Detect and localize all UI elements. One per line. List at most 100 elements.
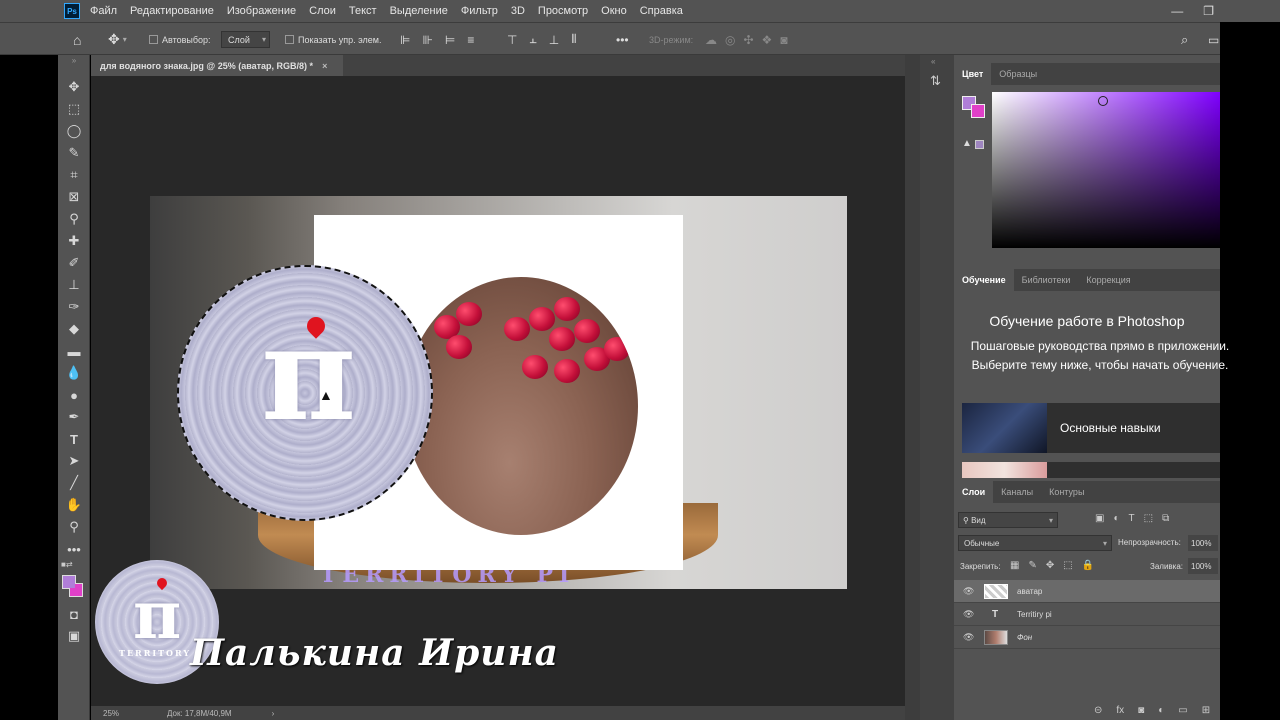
fill-input[interactable]: 100% <box>1188 558 1218 574</box>
blur-tool-icon[interactable]: 💧 <box>64 364 84 382</box>
menu-view[interactable]: Просмотр <box>538 5 588 17</box>
tab-libraries[interactable]: Библиотеки <box>1014 269 1079 291</box>
restore-button[interactable]: ❐ <box>1203 4 1214 18</box>
color-bg-swatch[interactable] <box>971 104 985 118</box>
tab-layers[interactable]: Слои <box>954 481 994 503</box>
tab-learn[interactable]: Обучение <box>954 269 1014 291</box>
menu-select[interactable]: Выделение <box>390 5 448 17</box>
search-icon[interactable]: ⌕ <box>1181 23 1188 56</box>
menu-help[interactable]: Справка <box>640 5 683 17</box>
layer-filter-dropdown[interactable]: ⚲ Вид ▾ <box>958 512 1058 528</box>
layer-row[interactable]: 👁 аватар <box>954 580 1220 603</box>
menu-layers[interactable]: Слои <box>309 5 336 17</box>
opacity-input[interactable]: 100% <box>1188 535 1218 551</box>
lock-image-icon[interactable]: ✎ <box>1028 560 1036 571</box>
healing-brush-icon[interactable]: ✚ <box>64 232 84 250</box>
learn-card-basics[interactable]: Основные навыки <box>962 403 1220 453</box>
visibility-eye-icon[interactable]: 👁 <box>963 632 974 643</box>
gradient-tool-icon[interactable]: ▬ <box>64 342 84 360</box>
menu-filter[interactable]: Фильтр <box>461 5 498 17</box>
menu-3d[interactable]: 3D <box>511 5 525 17</box>
pen-tool-icon[interactable]: ✒ <box>64 408 84 426</box>
doc-size[interactable]: Док: 17,8M/40,9M <box>167 709 232 718</box>
lasso-tool-icon[interactable]: ◯ <box>64 122 84 140</box>
tab-channels[interactable]: Каналы <box>993 481 1041 503</box>
3d-slide-icon[interactable]: ❖ <box>762 33 773 47</box>
brush-tool-icon[interactable]: ✐ <box>64 254 84 272</box>
tab-paths[interactable]: Контуры <box>1041 481 1092 503</box>
crop-tool-icon[interactable]: ⌗ <box>64 166 84 184</box>
autoselect-dropdown[interactable]: Слой <box>221 31 270 48</box>
history-brush-icon[interactable]: ✑ <box>64 298 84 316</box>
home-icon[interactable]: ⌂ <box>73 23 81 56</box>
tab-swatches[interactable]: Образцы <box>991 63 1045 85</box>
dodge-tool-icon[interactable]: ● <box>64 386 84 404</box>
menu-file[interactable]: Файл <box>90 5 117 17</box>
zoom-tool-icon[interactable]: ⚲ <box>64 518 84 536</box>
lock-artboard-icon[interactable]: ⬚ <box>1063 560 1072 571</box>
quick-select-icon[interactable]: ✎ <box>64 144 84 162</box>
avatar-layer-selection[interactable]: π ▲ <box>177 265 433 521</box>
lock-transparent-icon[interactable]: ▦ <box>1010 560 1019 571</box>
3d-scale-icon[interactable]: ◙ <box>780 33 787 47</box>
visibility-eye-icon[interactable]: 👁 <box>963 609 974 620</box>
collapse-arrows-icon[interactable]: » <box>64 55 84 65</box>
distribute-icon[interactable]: ⦀ <box>571 32 576 47</box>
tab-adjustments[interactable]: Коррекция <box>1078 269 1138 291</box>
filter-shape-icon[interactable]: ⬚ <box>1144 513 1153 524</box>
filter-pixel-icon[interactable]: ▣ <box>1095 513 1104 524</box>
tab-color[interactable]: Цвет <box>954 63 992 85</box>
learn-card-second[interactable] <box>962 462 1220 478</box>
layer-row[interactable]: 👁 Фон <box>954 626 1220 649</box>
align-top-icon[interactable]: ⊤ <box>507 33 517 47</box>
lock-all-icon[interactable]: 🔒 <box>1082 560 1094 571</box>
3d-pan-icon[interactable]: ✣ <box>743 33 753 47</box>
screen-mode-icon[interactable]: ▣ <box>64 627 84 645</box>
quick-mask-icon[interactable]: ◘ <box>64 605 84 623</box>
eyedropper-icon[interactable]: ⚲ <box>64 210 84 228</box>
eraser-tool-icon[interactable]: ◆ <box>64 320 84 338</box>
gamut-swatch[interactable] <box>975 140 984 149</box>
menu-image[interactable]: Изображение <box>227 5 296 17</box>
3d-roll-icon[interactable]: ◎ <box>725 33 735 47</box>
color-picker-field[interactable] <box>992 92 1220 248</box>
menu-edit[interactable]: Редактирование <box>130 5 214 17</box>
align-center-icon[interactable]: ⊪ <box>422 33 432 47</box>
more-tools-icon[interactable]: ••• <box>64 540 84 558</box>
move-tool-icon[interactable]: ✥ <box>64 78 84 96</box>
hand-tool-icon[interactable]: ✋ <box>64 496 84 514</box>
document-tab[interactable]: для водяного знака.jpg @ 25% (аватар, RG… <box>91 55 343 76</box>
show-transform-checkbox[interactable] <box>285 35 294 44</box>
collapse-arrows-icon[interactable]: « <box>931 57 935 66</box>
zoom-level[interactable]: 25% <box>91 709 147 718</box>
align-middle-icon[interactable]: ⫠ <box>529 32 536 47</box>
color-picker-ring[interactable] <box>1098 96 1108 106</box>
stamp-tool-icon[interactable]: ⊥ <box>64 276 84 294</box>
menu-window[interactable]: Окно <box>601 5 627 17</box>
align-right-icon[interactable]: ⊨ <box>445 33 455 47</box>
type-tool-icon[interactable]: T <box>64 430 84 448</box>
align-bottom-icon[interactable]: ⊥ <box>549 33 559 47</box>
minimize-button[interactable]: — <box>1171 4 1183 18</box>
fx-icon[interactable]: fx <box>1116 705 1124 716</box>
new-layer-icon[interactable]: ⊞ <box>1202 705 1210 716</box>
new-group-icon[interactable]: ▭ <box>1178 705 1187 716</box>
filter-smart-icon[interactable]: ⧉ <box>1162 513 1169 524</box>
vertical-scrollbar[interactable] <box>905 55 920 720</box>
history-panel-icon[interactable]: ⇅ <box>930 73 941 89</box>
adjustment-layer-icon[interactable]: ◐ <box>1158 705 1164 716</box>
add-mask-icon[interactable]: ◙ <box>1138 705 1144 716</box>
close-tab-icon[interactable]: × <box>322 61 327 71</box>
path-select-icon[interactable]: ➤ <box>64 452 84 470</box>
visibility-eye-icon[interactable]: 👁 <box>963 586 974 597</box>
move-tool-icon[interactable]: ✥ ▾ <box>108 23 127 56</box>
menu-text[interactable]: Текст <box>349 5 377 17</box>
more-options-icon[interactable]: ••• <box>616 23 629 56</box>
frame-tool-icon[interactable]: ⊠ <box>64 188 84 206</box>
filter-adjust-icon[interactable]: ◐ <box>1113 513 1119 524</box>
3d-orbit-icon[interactable]: ☁ <box>705 33 717 47</box>
line-tool-icon[interactable]: ╱ <box>64 474 84 492</box>
marquee-tool-icon[interactable]: ⬚ <box>64 100 84 118</box>
filter-type-icon[interactable]: T <box>1129 513 1135 524</box>
workspace-icon[interactable]: ▭ <box>1208 23 1219 56</box>
